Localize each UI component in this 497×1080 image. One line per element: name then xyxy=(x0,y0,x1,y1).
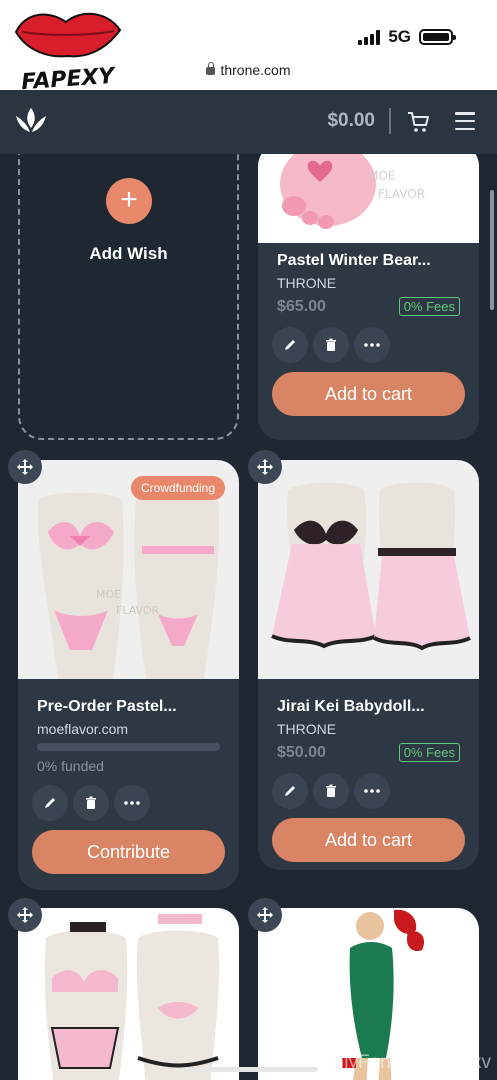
product-title[interactable]: Jirai Kei Babydoll... xyxy=(277,698,425,716)
fees-badge: 0% Fees xyxy=(398,743,460,762)
url-bar[interactable]: throne.com xyxy=(0,62,497,78)
crowdfunding-badge: Crowdfunding xyxy=(130,476,225,500)
wish-card[interactable]: MOE FLAVOR Crowdfunding Pre-Order Pastel… xyxy=(18,460,239,890)
drag-handle[interactable] xyxy=(8,898,42,932)
edit-button[interactable] xyxy=(272,773,308,809)
more-button[interactable] xyxy=(354,773,390,809)
product-title[interactable]: Pre-Order Pastel... xyxy=(37,698,177,716)
wish-card[interactable]: MOE FLAVOR Pastel Winter Bear... THRONE … xyxy=(258,154,479,440)
store-name[interactable]: moeflavor.com xyxy=(37,721,128,737)
lingerie-garter-image xyxy=(44,914,220,1080)
network-label: 5G xyxy=(388,27,411,46)
edit-button[interactable] xyxy=(32,785,68,821)
cart-icon[interactable] xyxy=(407,110,431,134)
move-arrows-icon xyxy=(17,459,33,475)
svg-text:FLAVOR: FLAVOR xyxy=(116,604,160,617)
product-title[interactable]: Pastel Winter Bear... xyxy=(277,252,431,270)
bear-plush-image: MOE FLAVOR xyxy=(280,154,425,229)
move-arrows-icon xyxy=(17,907,33,923)
battery-icon xyxy=(419,29,456,45)
pencil-icon xyxy=(285,786,295,796)
add-wish-label: Add Wish xyxy=(89,244,168,263)
url-text: throne.com xyxy=(220,62,291,78)
more-dots-icon xyxy=(364,789,380,793)
babydoll-image xyxy=(271,482,471,651)
add-to-cart-button[interactable]: Add to cart xyxy=(272,818,465,862)
svg-text:MOE: MOE xyxy=(96,588,121,601)
fapexy-watermark-logo: FAPEXY xyxy=(14,12,122,95)
signal-icon xyxy=(358,29,381,45)
wishlist-grid: + Add Wish MOE FLAVOR Pastel Winter Bear… xyxy=(0,154,497,1080)
store-name: THRONE xyxy=(277,275,337,291)
home-indicator[interactable] xyxy=(184,1067,318,1072)
store-name: THRONE xyxy=(277,721,337,737)
add-to-cart-button[interactable]: Add to cart xyxy=(272,372,465,416)
svg-text:MOE: MOE xyxy=(368,169,395,183)
pencil-icon xyxy=(45,798,55,808)
more-dots-icon xyxy=(364,343,380,347)
trash-icon xyxy=(326,338,336,351)
status-bar: FAPEXY 5G throne.com xyxy=(0,0,497,95)
add-wish-tile[interactable]: + Add Wish xyxy=(18,154,239,440)
more-button[interactable] xyxy=(354,327,390,363)
menu-icon[interactable] xyxy=(455,112,475,130)
scrollbar[interactable] xyxy=(490,190,494,310)
throne-logo-icon[interactable] xyxy=(14,106,48,136)
move-arrows-icon xyxy=(257,907,273,923)
funding-progress-bar xyxy=(37,743,220,751)
delete-button[interactable] xyxy=(73,785,109,821)
drag-handle[interactable] xyxy=(248,898,282,932)
funded-text: 0% funded xyxy=(37,758,104,774)
lock-icon xyxy=(206,62,216,75)
pencil-icon xyxy=(285,340,295,350)
more-dots-icon xyxy=(124,801,140,805)
drag-handle[interactable] xyxy=(8,450,42,484)
wish-card[interactable]: Jirai Kei Babydoll... THRONE $50.00 0% F… xyxy=(258,460,479,870)
trash-icon xyxy=(86,796,96,809)
svg-text:FLAVOR: FLAVOR xyxy=(378,187,425,201)
move-arrows-icon xyxy=(257,459,273,475)
more-button[interactable] xyxy=(114,785,150,821)
product-image[interactable] xyxy=(18,908,239,1080)
delete-button[interactable] xyxy=(313,773,349,809)
footer-watermark: OnlyFans.com/piexv xyxy=(318,1052,491,1073)
product-image[interactable] xyxy=(258,460,479,679)
header-divider xyxy=(389,108,391,134)
wish-card[interactable] xyxy=(18,908,239,1080)
edit-button[interactable] xyxy=(272,327,308,363)
contribute-button[interactable]: Contribute xyxy=(32,830,225,874)
trash-icon xyxy=(326,784,336,797)
delete-button[interactable] xyxy=(313,327,349,363)
product-price: $65.00 xyxy=(277,298,326,315)
drag-handle[interactable] xyxy=(248,450,282,484)
plus-icon[interactable]: + xyxy=(106,178,152,224)
product-price: $50.00 xyxy=(277,744,326,761)
balance-amount[interactable]: $0.00 xyxy=(327,110,375,132)
product-image[interactable]: MOE FLAVOR xyxy=(258,154,479,243)
app-header: $0.00 xyxy=(0,90,497,154)
fees-badge: 0% Fees xyxy=(398,297,460,316)
status-icons: 5G xyxy=(358,22,497,52)
